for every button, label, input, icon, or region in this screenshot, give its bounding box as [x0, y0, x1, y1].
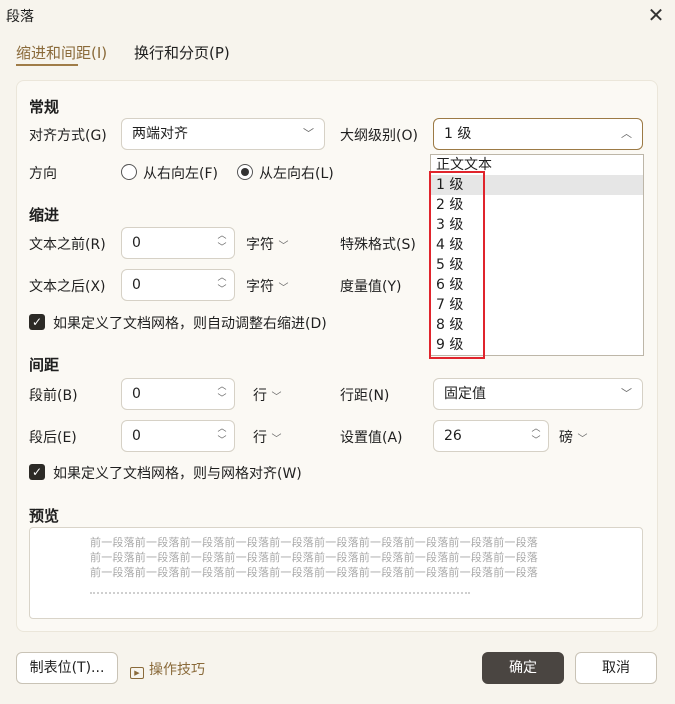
- special-format-label: 特殊格式(S): [340, 237, 416, 253]
- line-spacing-label: 行距(N): [340, 388, 390, 404]
- auto-adjust-checkbox[interactable]: ✓: [29, 314, 45, 330]
- indent-after-value: 0: [132, 277, 141, 293]
- stepper-icon[interactable]: ︿ ﹀: [216, 230, 228, 254]
- spacing-after-label: 段后(E): [29, 430, 77, 446]
- line-spacing-select[interactable]: 固定值 ﹀: [433, 378, 643, 410]
- set-value-label: 设置值(A): [340, 430, 403, 446]
- preview-line: 前一段落前一段落前一段落前一段落前一段落前一段落前一段落前一段落前一段落前一段落: [90, 566, 538, 579]
- dialog-title: 段落: [6, 9, 34, 25]
- indent-before-label: 文本之前(R): [29, 237, 106, 253]
- highlight-annotation-box: [429, 171, 485, 359]
- tips-link[interactable]: ▶ 操作技巧: [130, 659, 205, 679]
- stepper-icon[interactable]: ︿ ﹀: [216, 272, 228, 296]
- set-value-value: 26: [444, 428, 462, 444]
- spacing-before-value: 0: [132, 386, 141, 402]
- align-label: 对齐方式(G): [29, 128, 107, 144]
- auto-adjust-label: 如果定义了文档网格，则自动调整右缩进(D): [53, 316, 327, 332]
- outline-select[interactable]: 1 级 ︿: [433, 118, 643, 150]
- active-tab-indicator: [16, 64, 78, 66]
- rtl-label: 从右向左(F): [143, 166, 218, 182]
- chevron-up-icon: ︿: [621, 127, 632, 140]
- section-preview-title: 预览: [29, 507, 60, 525]
- indent-after-input[interactable]: 0 ︿ ﹀: [121, 269, 235, 301]
- chevron-down-icon: ﹀: [621, 387, 632, 400]
- set-value-unit[interactable]: 磅 ﹀: [559, 427, 587, 447]
- preview-line: 前一段落前一段落前一段落前一段落前一段落前一段落前一段落前一段落前一段落前一段落: [90, 551, 538, 564]
- grid-align-label: 如果定义了文档网格，则与网格对齐(W): [53, 466, 302, 482]
- spacing-before-label: 段前(B): [29, 388, 78, 404]
- section-spacing-title: 间距: [29, 356, 60, 374]
- stepper-icon[interactable]: ︿ ﹀: [216, 381, 228, 405]
- spacing-after-input[interactable]: 0 ︿ ﹀: [121, 420, 235, 452]
- indent-before-unit[interactable]: 字符 ﹀: [246, 234, 288, 254]
- close-icon[interactable]: ✕: [645, 4, 667, 26]
- indent-before-value: 0: [132, 235, 141, 251]
- indent-before-input[interactable]: 0 ︿ ﹀: [121, 227, 235, 259]
- measure-label: 度量值(Y): [340, 279, 402, 295]
- set-value-input[interactable]: 26 ︿ ﹀: [433, 420, 549, 452]
- tab-line-page-breaks[interactable]: 换行和分页(P): [134, 42, 230, 63]
- preview-box: 前一段落前一段落前一段落前一段落前一段落前一段落前一段落前一段落前一段落前一段落…: [29, 527, 643, 619]
- grid-align-checkbox[interactable]: ✓: [29, 464, 45, 480]
- indent-after-unit[interactable]: 字符 ﹀: [246, 276, 288, 296]
- outline-label: 大纲级别(O): [340, 128, 418, 144]
- preview-current-paragraph: [90, 592, 470, 598]
- spacing-after-value: 0: [132, 428, 141, 444]
- stepper-icon[interactable]: ︿ ﹀: [530, 423, 542, 447]
- outline-value: 1 级: [444, 126, 472, 142]
- play-icon: ▶: [130, 667, 144, 679]
- preview-line: 前一段落前一段落前一段落前一段落前一段落前一段落前一段落前一段落前一段落前一段落: [90, 536, 538, 549]
- spacing-after-unit[interactable]: 行 ﹀: [253, 427, 281, 447]
- stepper-icon[interactable]: ︿ ﹀: [216, 423, 228, 447]
- chevron-down-icon: ﹀: [303, 127, 314, 140]
- tab-stops-button[interactable]: 制表位(T)...: [16, 652, 118, 684]
- align-select[interactable]: 两端对齐 ﹀: [121, 118, 325, 150]
- spacing-before-input[interactable]: 0 ︿ ﹀: [121, 378, 235, 410]
- rtl-radio[interactable]: [121, 164, 137, 180]
- indent-after-label: 文本之后(X): [29, 279, 106, 295]
- ltr-radio[interactable]: [237, 164, 253, 180]
- spacing-before-unit[interactable]: 行 ﹀: [253, 385, 281, 405]
- ok-button[interactable]: 确定: [482, 652, 564, 684]
- direction-label: 方向: [29, 166, 57, 182]
- cancel-button[interactable]: 取消: [575, 652, 657, 684]
- align-value: 两端对齐: [132, 126, 188, 142]
- section-general-title: 常规: [29, 98, 60, 116]
- section-indent-title: 缩进: [29, 206, 60, 224]
- ltr-label: 从左向右(L): [259, 166, 334, 182]
- line-spacing-value: 固定值: [444, 386, 486, 402]
- tab-indent-spacing[interactable]: 缩进和间距(I): [16, 42, 107, 63]
